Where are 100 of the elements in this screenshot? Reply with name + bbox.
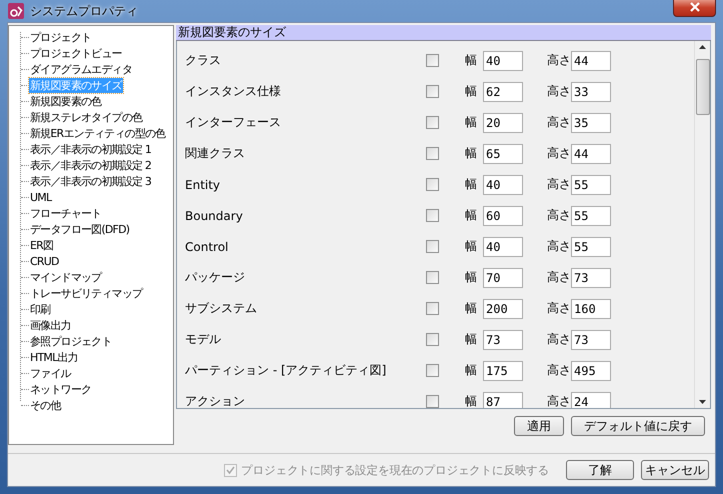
checkbox[interactable] [426,54,439,67]
width-field[interactable]: 70 [483,268,523,288]
checkbox[interactable] [426,240,439,253]
height-field[interactable]: 33 [571,82,611,102]
height-label: 高さ [547,269,571,286]
height-field[interactable]: 160 [571,298,611,318]
height-field[interactable]: 44 [571,144,611,164]
element-label: Control [185,240,230,254]
tree-item[interactable]: 新規図要素の色 [29,94,102,108]
tree-item[interactable]: 新規ERエンティティの型の色 [29,126,166,140]
width-field[interactable]: 20 [483,112,523,132]
width-field[interactable]: 62 [483,82,523,102]
width-field[interactable]: 87 [483,392,523,408]
width-field[interactable]: 65 [483,144,523,164]
height-field[interactable]: 55 [571,174,611,194]
width-label: 幅 [465,362,478,379]
height-field[interactable]: 495 [571,360,611,380]
checkbox[interactable] [426,116,439,129]
width-label: 幅 [465,176,478,193]
tree-item[interactable]: ファイル [29,366,72,380]
tree-item[interactable]: 画像出力 [29,318,72,332]
width-label: 幅 [465,207,478,224]
width-field[interactable]: 40 [483,174,523,194]
height-field[interactable]: 55 [571,206,611,226]
tree-item[interactable]: UML [29,190,52,204]
element-label: Entity [185,178,222,192]
checkbox-label: プロジェクトに関する設定を現在のプロジェクトに反映する [241,462,549,478]
close-button[interactable] [673,0,716,16]
tree-item[interactable]: データフロー図(DFD) [29,222,130,236]
width-field[interactable]: 40 [483,50,523,70]
height-label: 高さ [547,362,571,379]
scroll-up-icon[interactable] [699,45,706,49]
height-field[interactable]: 55 [571,236,611,256]
element-label: アクション [185,393,246,408]
tree-item[interactable]: プロジェクトビュー [29,46,123,60]
checkbox[interactable] [426,209,439,222]
tree-item[interactable]: ダイアグラムエディタ [29,62,134,76]
width-field[interactable]: 73 [483,330,523,350]
height-field[interactable]: 24 [571,392,611,408]
element-label: 関連クラス [185,145,246,162]
dialog-button[interactable]: キャンセル [641,460,709,480]
tree-item[interactable]: フローチャート [29,206,102,220]
width-label: 幅 [465,269,478,286]
section-header: 新規図要素のサイズ [176,25,711,41]
app-icon [8,3,24,19]
height-label: 高さ [547,331,571,348]
tree-item[interactable]: マインドマップ [29,270,102,284]
checkbox[interactable] [426,178,439,191]
checkbox[interactable] [426,302,439,315]
tree-item[interactable]: プロジェクト [29,30,92,44]
height-field[interactable]: 44 [571,50,611,70]
width-label: 幅 [465,114,478,131]
height-field[interactable]: 73 [571,330,611,350]
checkbox[interactable] [426,333,439,346]
tree-item[interactable]: ネットワーク [29,382,92,396]
scroll-thumb[interactable] [696,59,710,115]
height-label: 高さ [547,393,571,408]
tree-item[interactable]: 印刷 [29,302,52,316]
tree-item[interactable]: 表示／非表示の初期設定 3 [29,174,152,188]
tree-item[interactable]: 表示／非表示の初期設定 1 [29,142,152,156]
height-label: 高さ [547,176,571,193]
tree-item[interactable]: ER図 [29,238,54,252]
window-title: システムプロパティ [30,2,138,20]
element-label: クラス [185,52,222,69]
width-label: 幅 [465,393,478,408]
element-label: モデル [185,331,222,348]
height-field[interactable]: 73 [571,268,611,288]
height-label: 高さ [547,207,571,224]
dialog-button[interactable]: 了解 [566,460,634,480]
checkbox[interactable] [426,395,439,408]
width-field[interactable]: 200 [483,298,523,318]
width-field[interactable]: 40 [483,236,523,256]
scroll-down-icon[interactable] [699,400,706,404]
element-label: インターフェース [185,114,282,131]
tree-item[interactable]: CRUD [29,254,60,268]
width-label: 幅 [465,145,478,162]
tree-item[interactable]: HTML出力 [29,350,79,364]
scrollbar[interactable] [694,41,710,408]
height-field[interactable]: 35 [571,112,611,132]
width-label: 幅 [465,52,478,69]
width-label: 幅 [465,331,478,348]
close-icon [690,2,700,12]
checkbox[interactable] [426,364,439,377]
width-label: 幅 [465,300,478,317]
width-field[interactable]: 175 [483,360,523,380]
panel-button[interactable]: デフォルト値に戻す [571,416,705,436]
tree-item[interactable]: その他 [29,398,62,412]
tree-item[interactable]: 新規ステレオタイプの色 [29,110,144,124]
panel-button[interactable]: 適用 [514,416,564,436]
tree-item[interactable]: 表示／非表示の初期設定 2 [29,158,152,172]
height-label: 高さ [547,238,571,255]
height-label: 高さ [547,145,571,162]
checkbox[interactable] [426,271,439,284]
tree-item[interactable]: 参照プロジェクト [29,334,113,348]
tree-item[interactable]: トレーサビリティマップ [29,286,144,300]
height-label: 高さ [547,300,571,317]
width-field[interactable]: 60 [483,206,523,226]
checkbox[interactable] [426,85,439,98]
checkbox[interactable] [426,147,439,160]
element-label: サブシステム [185,300,258,317]
